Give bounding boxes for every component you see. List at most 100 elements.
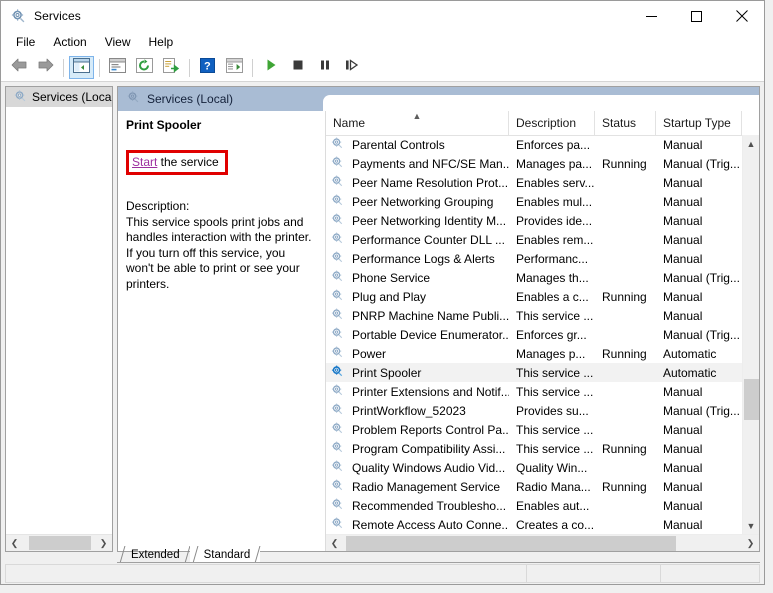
cell-startup-type: Manual [663, 460, 703, 475]
status-bar-segment-3 [661, 565, 759, 582]
list-vertical-scrollbar[interactable]: ▲ ▼ [742, 135, 759, 534]
show-tree-icon [73, 57, 90, 78]
minimize-button[interactable] [629, 1, 674, 31]
service-name-label: Quality Windows Audio Vid... [352, 460, 506, 475]
export-list-button[interactable] [159, 56, 184, 79]
console-tree-pane: Services (Local ❮ ❯ [5, 86, 113, 552]
service-gear-icon [330, 155, 348, 172]
minimize-icon [646, 11, 657, 22]
table-row[interactable]: Quality Windows Audio Vid... Quality Win.… [326, 458, 742, 477]
tree-hscroll-track[interactable] [23, 535, 95, 551]
list-vscroll-thumb[interactable] [744, 379, 759, 420]
scroll-up-icon[interactable]: ▲ [743, 135, 759, 152]
menu-file[interactable]: File [7, 32, 44, 53]
scroll-left-icon[interactable]: ❮ [6, 535, 23, 551]
maximize-button[interactable] [674, 1, 719, 31]
pause-service-button[interactable] [312, 56, 337, 79]
tree-horizontal-scrollbar[interactable]: ❮ ❯ [6, 534, 112, 551]
service-name-label: Parental Controls [352, 137, 445, 152]
table-row[interactable]: Program Compatibility Assi... This servic… [326, 439, 742, 458]
table-row[interactable]: Printer Extensions and Notif... This serv… [326, 382, 742, 401]
show-hide-tree-button[interactable] [69, 56, 94, 79]
service-name-label: Peer Networking Identity M... [352, 213, 507, 228]
cell-startup-type: Manual [663, 308, 703, 323]
table-row[interactable]: Peer Networking Identity M... Provides id… [326, 211, 742, 230]
title-bar: Services [1, 1, 764, 31]
toolbar-separator [189, 58, 190, 77]
tree-hscroll-thumb[interactable] [29, 536, 91, 550]
table-row[interactable]: Remote Access Auto Conne... Creates a co.… [326, 515, 742, 534]
service-name-label: Peer Networking Grouping [352, 194, 494, 209]
list-hscroll-thumb[interactable] [346, 535, 676, 551]
table-row[interactable]: Performance Logs & Alerts Performanc... Ma… [326, 249, 742, 268]
table-row[interactable]: Plug and Play Enables a c... Running Manual [326, 287, 742, 306]
tab-extended[interactable]: Extended [117, 546, 190, 563]
action-pane-icon [226, 57, 243, 78]
stop-service-button[interactable] [285, 56, 310, 79]
service-detail-pane: Print Spooler Start the service Descript… [118, 111, 326, 551]
services-list-view: Name ▲ Description Status Startup Type P… [326, 111, 759, 551]
service-gear-icon [330, 421, 348, 438]
view-tabs: Extended Standard [117, 546, 261, 563]
column-header-name[interactable]: Name ▲ [326, 111, 509, 135]
column-header-description-label: Description [516, 116, 577, 130]
scroll-right-icon[interactable]: ❯ [95, 535, 112, 551]
list-hscroll-track[interactable] [343, 535, 742, 552]
help-button[interactable]: ? [195, 56, 220, 79]
tree-node-services-local[interactable]: Services (Local [6, 87, 112, 107]
show-action-pane-button[interactable] [222, 56, 247, 79]
table-row[interactable]: Recommended Troublesho... Enables aut... M… [326, 496, 742, 515]
list-horizontal-scrollbar[interactable]: ❮ ❯ [326, 534, 759, 551]
table-row[interactable]: Phone Service Manages th... Manual (Trig..… [326, 268, 742, 287]
service-name-label: Phone Service [352, 270, 431, 285]
service-gear-icon [330, 383, 348, 400]
scroll-left-icon[interactable]: ❮ [326, 535, 343, 551]
service-name-label: Performance Counter DLL ... [352, 232, 505, 247]
service-gear-icon [330, 288, 348, 305]
table-row[interactable]: Performance Counter DLL ... Enables rem..… [326, 230, 742, 249]
cell-service-name: Phone Service [326, 269, 509, 286]
menu-view[interactable]: View [96, 32, 140, 53]
table-row[interactable]: Problem Reports Control Pa... This servic… [326, 420, 742, 439]
refresh-button[interactable] [132, 56, 157, 79]
service-name-label: Payments and NFC/SE Man... [352, 156, 509, 171]
column-header-description[interactable]: Description [509, 111, 595, 135]
service-gear-icon [330, 174, 348, 191]
menu-action[interactable]: Action [44, 32, 95, 53]
sort-ascending-icon: ▲ [412, 111, 422, 121]
forward-arrow-icon [37, 57, 55, 78]
restart-service-button[interactable] [339, 56, 364, 79]
scroll-right-icon[interactable]: ❯ [742, 535, 759, 551]
cell-startup-type: Manual (Trig... [663, 327, 740, 342]
cell-startup-type: Manual [663, 422, 703, 437]
services-gear-icon [10, 8, 26, 24]
table-row[interactable]: Print Spooler This service ... Automatic [326, 363, 742, 382]
cell-description: This service ... [516, 308, 594, 323]
start-service-button[interactable] [258, 56, 283, 79]
start-service-link[interactable]: Start [132, 155, 157, 169]
service-name-label: Problem Reports Control Pa... [352, 422, 509, 437]
table-row[interactable]: Peer Networking Grouping Enables mul... Ma… [326, 192, 742, 211]
column-header-status[interactable]: Status [595, 111, 656, 135]
table-row[interactable]: Payments and NFC/SE Man... Manages pa... R… [326, 154, 742, 173]
close-button[interactable] [719, 1, 764, 31]
properties-button[interactable] [105, 56, 130, 79]
description-text: This service spools print jobs and handl… [126, 214, 312, 291]
table-row[interactable]: PrintWorkflow_52023 Provides su... Manual … [326, 401, 742, 420]
service-gear-icon [330, 402, 348, 419]
column-header-startup-type[interactable]: Startup Type [656, 111, 742, 135]
scroll-down-icon[interactable]: ▼ [743, 517, 759, 534]
table-row[interactable]: Power Manages p... Running Automatic [326, 344, 742, 363]
cell-startup-type: Manual [663, 289, 703, 304]
tab-standard[interactable]: Standard [189, 546, 261, 563]
table-row[interactable]: Parental Controls Enforces pa... Manual [326, 135, 742, 154]
menu-help[interactable]: Help [140, 32, 183, 53]
table-row[interactable]: Radio Management Service Radio Mana... Run… [326, 477, 742, 496]
menu-bar: File Action View Help [1, 31, 764, 54]
forward-button[interactable] [33, 56, 58, 79]
table-row[interactable]: Portable Device Enumerator... Enforces gr… [326, 325, 742, 344]
table-row[interactable]: PNRP Machine Name Publi... This service .… [326, 306, 742, 325]
cell-service-name: Recommended Troublesho... [326, 497, 509, 514]
back-button[interactable] [6, 56, 31, 79]
table-row[interactable]: Peer Name Resolution Prot... Enables serv… [326, 173, 742, 192]
